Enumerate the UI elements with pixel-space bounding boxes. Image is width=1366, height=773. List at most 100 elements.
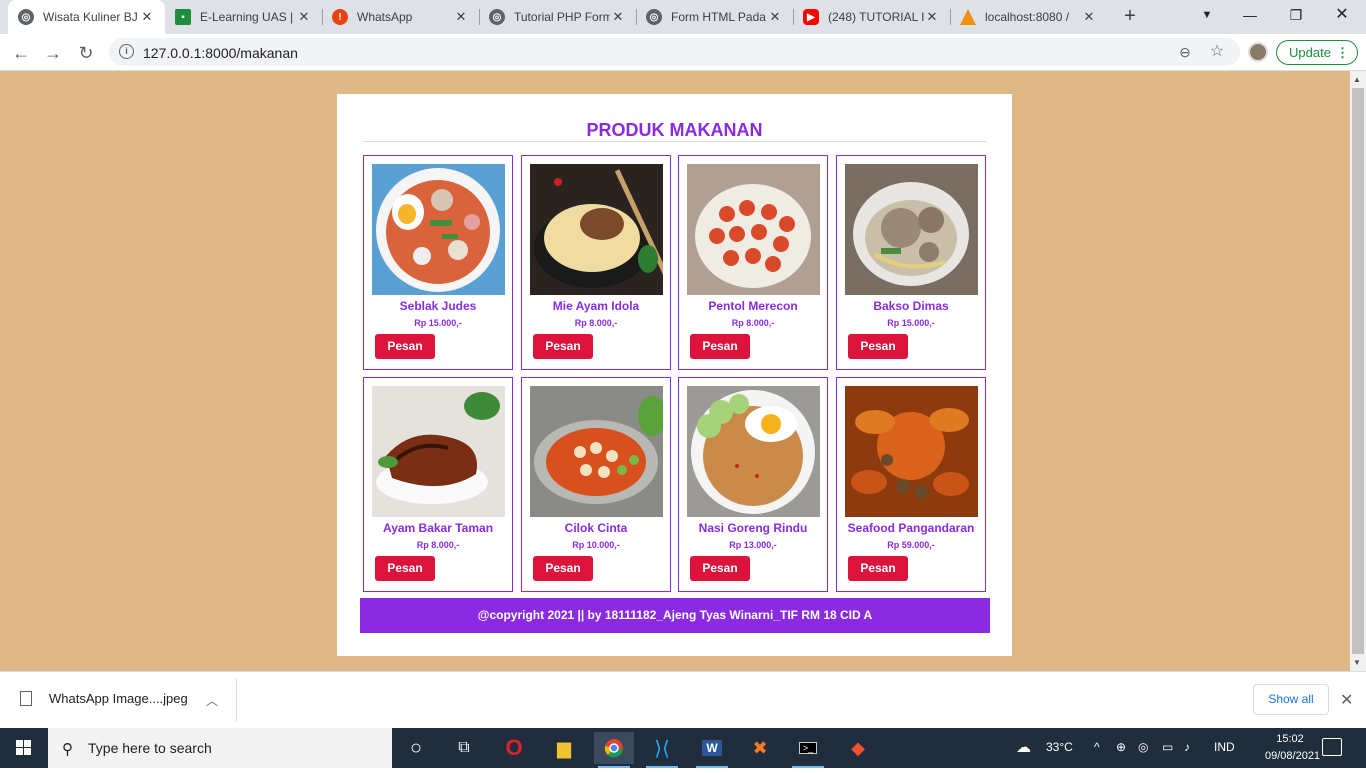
opera-icon[interactable]: O bbox=[494, 732, 534, 764]
product-price: Rp 8.000,- bbox=[416, 540, 460, 550]
battery-icon[interactable]: ▭ bbox=[1162, 740, 1173, 754]
zoom-icon[interactable]: ⊖ bbox=[1174, 41, 1196, 63]
language-indicator[interactable]: IND bbox=[1214, 740, 1235, 754]
product-price: Rp 15.000,- bbox=[414, 318, 462, 328]
git-icon[interactable]: ◆ bbox=[838, 732, 878, 764]
globe-icon[interactable]: ◎ bbox=[1138, 740, 1148, 754]
tab-title: Form HTML Pada bbox=[671, 10, 766, 24]
product-card: Ayam Bakar Taman Rp 8.000,- Pesan bbox=[363, 377, 513, 592]
word-icon[interactable]: W bbox=[692, 732, 732, 768]
close-tab-icon[interactable]: ✕ bbox=[1081, 9, 1097, 25]
terminal-icon[interactable]: >_ bbox=[788, 732, 828, 768]
clock-time: 15:02 bbox=[1276, 733, 1304, 745]
youtube-icon: ▶ bbox=[803, 9, 819, 25]
avatar[interactable] bbox=[1248, 42, 1268, 62]
order-button[interactable]: Pesan bbox=[533, 556, 593, 581]
order-button[interactable]: Pesan bbox=[848, 334, 908, 359]
network-icon[interactable]: ⊕ bbox=[1116, 740, 1126, 754]
chrome-icon[interactable] bbox=[594, 732, 634, 768]
tab-title: E-Learning UAS | bbox=[200, 10, 294, 24]
tab-e-learning[interactable]: ▪ E-Learning UAS | ✕ bbox=[165, 0, 322, 34]
site-info-icon[interactable]: i bbox=[119, 44, 134, 59]
task-view-icon[interactable]: ⧉ bbox=[444, 732, 484, 764]
order-button[interactable]: Pesan bbox=[533, 334, 593, 359]
url-text[interactable]: 127.0.0.1:8000/makanan bbox=[143, 45, 298, 61]
tab-tutorial-php[interactable]: ◎ Tutorial PHP Form ✕ bbox=[479, 0, 636, 34]
tab-title: WhatsApp bbox=[357, 10, 413, 24]
close-tab-icon[interactable]: ✕ bbox=[453, 9, 469, 25]
tab-title: Tutorial PHP Form bbox=[514, 10, 610, 24]
browser-toolbar: ← → ↻ i 127.0.0.1:8000/makanan ⊖ ☆ Updat… bbox=[0, 34, 1366, 71]
nasi-goreng-photo bbox=[687, 386, 820, 517]
close-tab-icon[interactable]: ✕ bbox=[767, 9, 783, 25]
chevron-up-icon[interactable]: ︿ bbox=[206, 692, 218, 709]
new-tab-button[interactable]: + bbox=[1119, 5, 1141, 27]
tab-youtube[interactable]: ▶ (248) TUTORIAL I ✕ bbox=[793, 0, 950, 34]
back-icon[interactable]: ← bbox=[8, 40, 34, 66]
globe-icon: ◎ bbox=[489, 9, 505, 25]
scroll-up-icon[interactable]: ▲ bbox=[1353, 75, 1361, 84]
windows-start-button[interactable] bbox=[0, 728, 48, 768]
order-button[interactable]: Pesan bbox=[690, 556, 750, 581]
bookmark-star-icon[interactable]: ☆ bbox=[1206, 41, 1228, 63]
globe-icon: ◎ bbox=[18, 9, 34, 25]
product-card: Mie Ayam Idola Rp 8.000,- Pesan bbox=[521, 155, 671, 370]
tab-title: (248) TUTORIAL I bbox=[828, 10, 924, 24]
clock[interactable]: 15:02 09/08/2021 bbox=[1265, 731, 1321, 765]
order-button[interactable]: Pesan bbox=[375, 334, 435, 359]
chevron-up-icon[interactable]: ^ bbox=[1094, 740, 1100, 754]
update-label: Update bbox=[1289, 45, 1331, 60]
product-name: Mie Ayam Idola bbox=[552, 299, 640, 313]
notification-icon[interactable] bbox=[1322, 738, 1342, 756]
tab-form-html[interactable]: ◎ Form HTML Pada ✕ bbox=[636, 0, 793, 34]
address-bar[interactable]: i 127.0.0.1:8000/makanan ⊖ ☆ bbox=[109, 38, 1240, 66]
xampp-icon[interactable]: ✖ bbox=[740, 732, 780, 764]
scroll-down-icon[interactable]: ▼ bbox=[1353, 658, 1361, 667]
close-tab-icon[interactable]: ✕ bbox=[296, 9, 312, 25]
tab-search-icon[interactable]: ▼ bbox=[1197, 5, 1217, 25]
close-icon[interactable]: ✕ bbox=[1340, 690, 1353, 710]
product-name: Cilok Cinta bbox=[564, 521, 628, 535]
file-explorer-icon[interactable]: ▆ bbox=[544, 732, 584, 764]
tab-whatsapp[interactable]: ! WhatsApp ✕ bbox=[322, 0, 479, 34]
close-tab-icon[interactable]: ✕ bbox=[610, 9, 626, 25]
product-name: Nasi Goreng Rindu bbox=[698, 521, 808, 535]
bakso-photo bbox=[845, 164, 978, 295]
scrollbar-thumb[interactable] bbox=[1352, 88, 1364, 654]
close-tab-icon[interactable]: ✕ bbox=[139, 9, 155, 25]
page-viewport: PRODUK MAKANAN Seblak Judes Rp 15.000,- … bbox=[0, 71, 1350, 671]
mie-ayam-photo bbox=[530, 164, 663, 295]
weather-icon[interactable]: ☁ bbox=[1016, 738, 1031, 756]
page-title: PRODUK MAKANAN bbox=[586, 120, 763, 140]
scrollbar[interactable]: ▲ ▼ bbox=[1350, 71, 1366, 671]
product-card: Seblak Judes Rp 15.000,- Pesan bbox=[363, 155, 513, 370]
tab-localhost[interactable]: localhost:8080 / ✕ bbox=[950, 0, 1107, 34]
update-button[interactable]: Update ⋮ bbox=[1276, 40, 1358, 65]
pentol-photo bbox=[687, 164, 820, 295]
order-button[interactable]: Pesan bbox=[375, 556, 435, 581]
taskbar-search[interactable]: ⚲ Type here to search bbox=[48, 728, 392, 768]
product-card: Bakso Dimas Rp 15.000,- Pesan bbox=[836, 155, 986, 370]
product-name: Ayam Bakar Taman bbox=[382, 521, 494, 535]
download-bar: WhatsApp Image....jpeg ︿ Show all ✕ bbox=[0, 671, 1366, 728]
order-button[interactable]: Pesan bbox=[690, 334, 750, 359]
product-price: Rp 59.000,- bbox=[887, 540, 935, 550]
tab-wisata-kuliner[interactable]: ◎ Wisata Kuliner BJ ✕ bbox=[8, 0, 165, 34]
order-button[interactable]: Pesan bbox=[848, 556, 908, 581]
close-tab-icon[interactable]: ✕ bbox=[924, 9, 940, 25]
clock-date: 09/08/2021 bbox=[1265, 750, 1321, 762]
forward-icon[interactable]: → bbox=[40, 40, 66, 66]
cortana-icon[interactable]: ○ bbox=[396, 732, 436, 764]
volume-icon[interactable]: ♪ bbox=[1184, 740, 1190, 754]
globe-icon: ◎ bbox=[646, 9, 662, 25]
restore-button[interactable]: ❐ bbox=[1286, 5, 1306, 25]
product-name: Seafood Pangandaran bbox=[847, 521, 975, 535]
download-item[interactable]: WhatsApp Image....jpeg bbox=[20, 691, 188, 706]
show-all-button[interactable]: Show all bbox=[1253, 684, 1329, 715]
minimize-button[interactable]: — bbox=[1240, 5, 1260, 25]
temperature[interactable]: 33°C bbox=[1046, 740, 1073, 754]
reload-icon[interactable]: ↻ bbox=[73, 40, 99, 66]
tab-title: localhost:8080 / bbox=[985, 10, 1070, 24]
vscode-icon[interactable]: ⟩⟨ bbox=[642, 732, 682, 768]
close-window-button[interactable]: ✕ bbox=[1332, 5, 1352, 25]
